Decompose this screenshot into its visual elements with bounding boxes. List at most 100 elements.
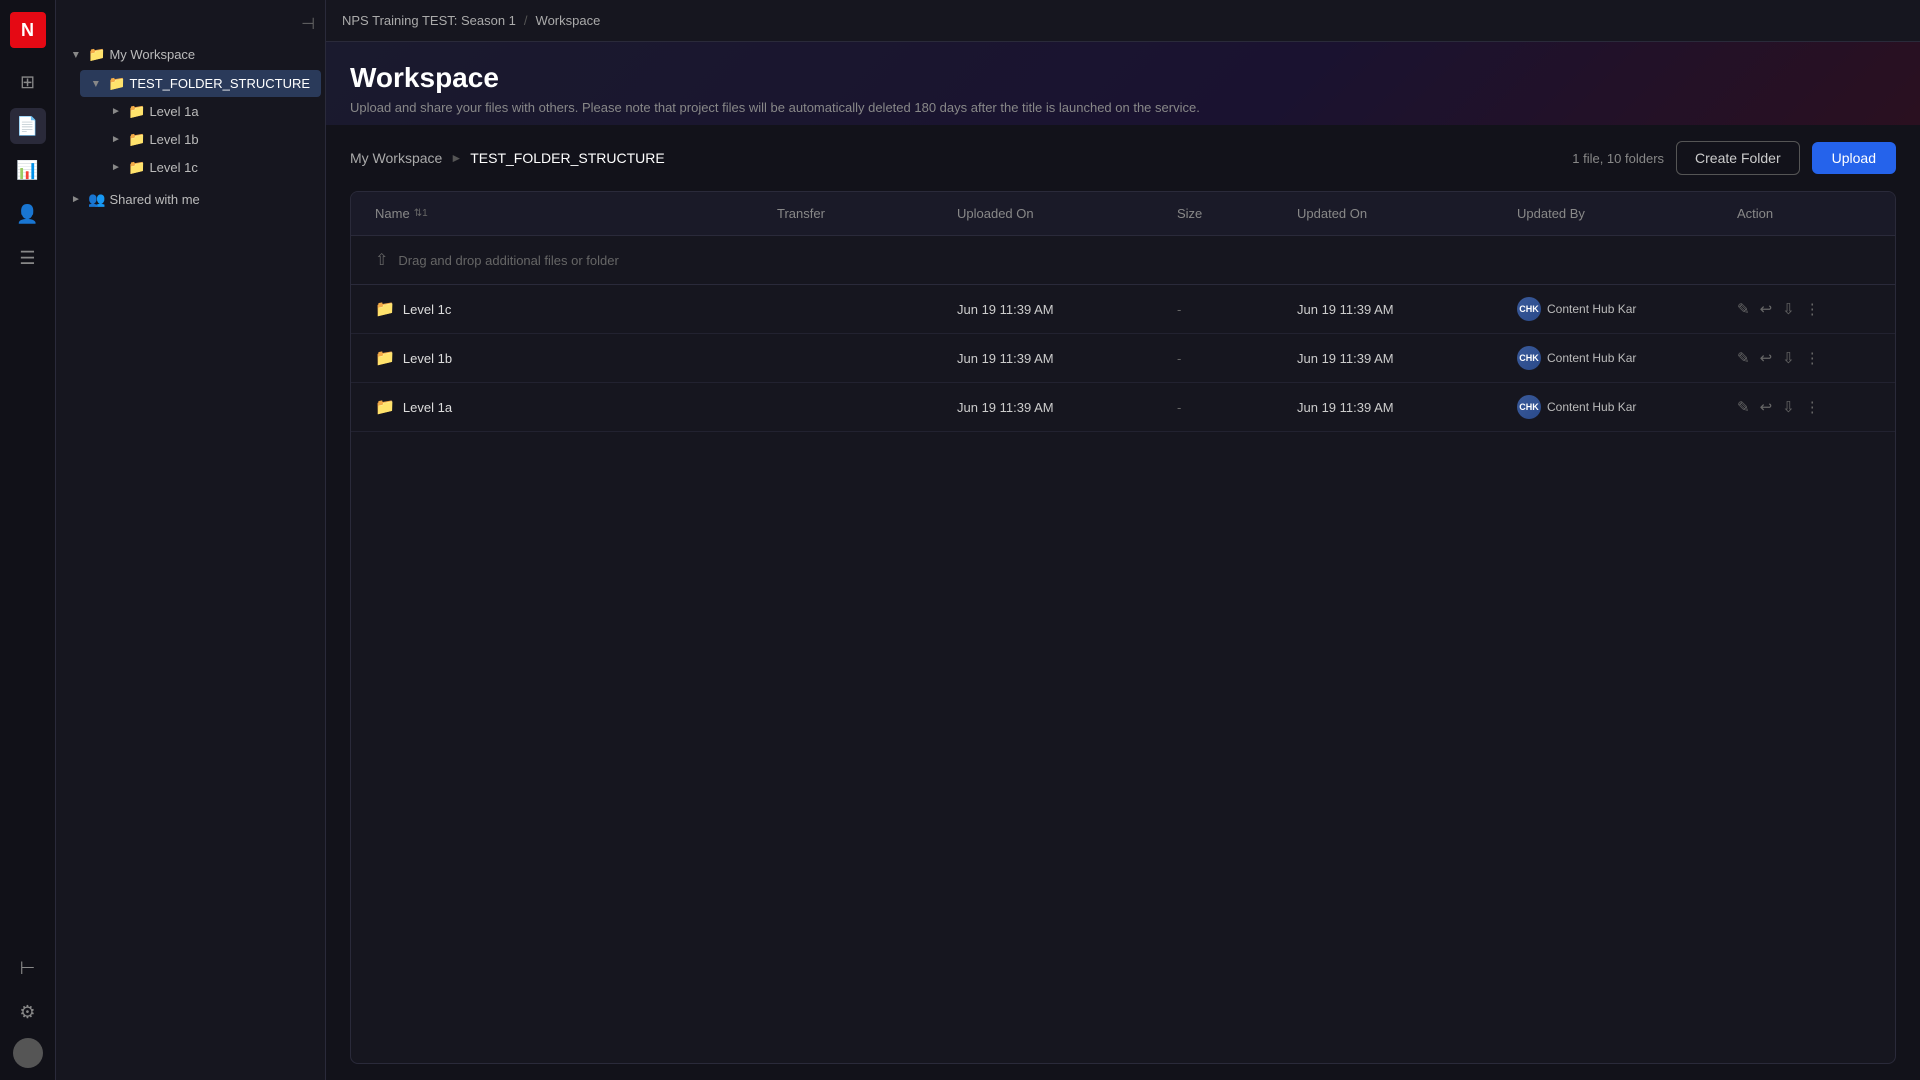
chevron-right-icon: ►: [88, 76, 104, 92]
sidebar: ⊣ ► 📁 My Workspace ► 📁 TEST_FOLDER_STRUC…: [56, 0, 326, 1080]
sidebar-item-level1a[interactable]: ► 📁 Level 1a: [100, 98, 321, 125]
drop-zone-label: Drag and drop additional files or folder: [398, 253, 618, 268]
cell-updated-on: Jun 19 11:39 AM: [1289, 290, 1509, 329]
chevron-right-icon: ►: [108, 104, 124, 120]
user-name-label: Content Hub Kar: [1547, 400, 1636, 414]
content-area: My Workspace ► TEST_FOLDER_STRUCTURE 1 f…: [326, 125, 1920, 1080]
sidebar-item-level1b[interactable]: ► 📁 Level 1b: [100, 126, 321, 153]
drop-zone[interactable]: ⇧ Drag and drop additional files or fold…: [351, 236, 1895, 285]
more-icon[interactable]: ⋮: [1805, 398, 1820, 416]
grid-icon[interactable]: ⊞: [10, 64, 46, 100]
column-header-name[interactable]: Name ⇅1: [367, 192, 769, 235]
table-header-row: Name ⇅1 Transfer Uploaded On Size Update…: [351, 192, 1895, 236]
column-header-updated-on: Updated On: [1289, 192, 1509, 235]
cell-updated-on: Jun 19 11:39 AM: [1289, 388, 1509, 427]
folder-icon: 📁: [88, 46, 105, 63]
action-icons: ✎ ↩ ⇩ ⋮: [1737, 300, 1820, 318]
cell-transfer: [769, 297, 949, 321]
sidebar-tree-level1-children: ► 📁 Level 1a ► 📁 Level 1b ► 📁 Level 1c: [76, 98, 325, 181]
user-avatar: CHK: [1517, 395, 1541, 419]
main-content: NPS Training TEST: Season 1 / Workspace …: [326, 0, 1920, 1080]
upload-icon: ⇧: [375, 250, 388, 270]
sort-icon: ⇅1: [414, 208, 428, 219]
sidebar-collapse-button[interactable]: ⊣: [56, 8, 325, 40]
folder-icon: 📁: [128, 103, 145, 120]
breadcrumb-arrow-icon: ►: [450, 151, 462, 165]
cell-updated-by: CHK Content Hub Kar: [1509, 285, 1729, 333]
page-header: Workspace Upload and share your files wi…: [326, 42, 1920, 125]
share-icon[interactable]: ↩: [1760, 349, 1773, 367]
download-icon[interactable]: ⇩: [1782, 398, 1795, 416]
cell-action: ✎ ↩ ⇩ ⋮: [1729, 288, 1879, 330]
file-table: Name ⇅1 Transfer Uploaded On Size Update…: [350, 191, 1896, 1064]
folder-icon: 📁: [375, 397, 395, 417]
download-icon[interactable]: ⇩: [1782, 349, 1795, 367]
more-icon[interactable]: ⋮: [1805, 349, 1820, 367]
sidebar-item-label: Level 1c: [149, 160, 313, 175]
cell-action: ✎ ↩ ⇩ ⋮: [1729, 386, 1879, 428]
share-icon[interactable]: ↩: [1760, 398, 1773, 416]
cell-size: -: [1169, 339, 1289, 378]
cell-size: -: [1169, 388, 1289, 427]
breadcrumb: My Workspace ► TEST_FOLDER_STRUCTURE: [350, 150, 665, 166]
app-logo[interactable]: N: [10, 12, 46, 48]
topbar-breadcrumb-project[interactable]: NPS Training TEST: Season 1: [342, 13, 516, 28]
folder-icon: 📁: [375, 348, 395, 368]
edit-icon[interactable]: ✎: [1737, 300, 1750, 318]
row-name-label[interactable]: Level 1b: [403, 351, 452, 366]
chevron-down-icon: ►: [68, 47, 84, 63]
table-row: 📁 Level 1a Jun 19 11:39 AM - Jun 19 11:3…: [351, 383, 1895, 432]
cell-updated-by: CHK Content Hub Kar: [1509, 383, 1729, 431]
user-badge: CHK Content Hub Kar: [1517, 297, 1636, 321]
cell-uploaded-on: Jun 19 11:39 AM: [949, 290, 1169, 329]
sidebar-tree-children: ► 📁 TEST_FOLDER_STRUCTURE ► 📁 Level 1a ►…: [56, 69, 325, 182]
topbar-breadcrumb-workspace[interactable]: Workspace: [536, 13, 601, 28]
user-badge: CHK Content Hub Kar: [1517, 395, 1636, 419]
sidebar-item-label: Shared with me: [109, 192, 313, 207]
column-header-action: Action: [1729, 192, 1879, 235]
row-name-label[interactable]: Level 1c: [403, 302, 451, 317]
sidebar-item-label: Level 1b: [149, 132, 313, 147]
breadcrumb-current: TEST_FOLDER_STRUCTURE: [470, 150, 664, 166]
user-avatar: CHK: [1517, 297, 1541, 321]
edit-icon[interactable]: ✎: [1737, 349, 1750, 367]
file-icon[interactable]: 📄: [10, 108, 46, 144]
avatar[interactable]: [13, 1038, 43, 1068]
sidebar-item-test-folder-structure[interactable]: ► 📁 TEST_FOLDER_STRUCTURE: [80, 70, 321, 97]
folder-icon: 📁: [375, 299, 395, 319]
user-avatar: CHK: [1517, 346, 1541, 370]
expand-icon[interactable]: ⊢: [10, 950, 46, 986]
share-icon[interactable]: ↩: [1760, 300, 1773, 318]
row-name-label[interactable]: Level 1a: [403, 400, 452, 415]
sidebar-item-label: Level 1a: [149, 104, 313, 119]
cell-uploaded-on: Jun 19 11:39 AM: [949, 388, 1169, 427]
column-header-updated-by: Updated By: [1509, 192, 1729, 235]
topbar-separator: /: [524, 13, 528, 28]
chevron-right-icon: ►: [108, 160, 124, 176]
page-subtitle: Upload and share your files with others.…: [350, 100, 1896, 115]
folder-icon: 📁: [108, 75, 125, 92]
sidebar-item-shared-with-me[interactable]: ► 👥 Shared with me: [60, 186, 321, 213]
cell-action: ✎ ↩ ⇩ ⋮: [1729, 337, 1879, 379]
sidebar-item-label: TEST_FOLDER_STRUCTURE: [129, 76, 313, 91]
chart-icon[interactable]: 📊: [10, 152, 46, 188]
edit-icon[interactable]: ✎: [1737, 398, 1750, 416]
breadcrumb-my-workspace[interactable]: My Workspace: [350, 150, 442, 166]
sidebar-item-level1c[interactable]: ► 📁 Level 1c: [100, 154, 321, 181]
icon-rail: N ⊞ 📄 📊 👤 ☰ ⊢ ⚙: [0, 0, 56, 1080]
table-row: 📁 Level 1b Jun 19 11:39 AM - Jun 19 11:3…: [351, 334, 1895, 383]
more-icon[interactable]: ⋮: [1805, 300, 1820, 318]
chevron-right-icon: ►: [68, 192, 84, 208]
action-icons: ✎ ↩ ⇩ ⋮: [1737, 349, 1820, 367]
list-icon[interactable]: ☰: [10, 240, 46, 276]
download-icon[interactable]: ⇩: [1782, 300, 1795, 318]
upload-button[interactable]: Upload: [1812, 142, 1896, 174]
cell-name: 📁 Level 1b: [367, 336, 769, 380]
person-icon[interactable]: 👤: [10, 196, 46, 232]
create-folder-button[interactable]: Create Folder: [1676, 141, 1800, 175]
cell-updated-on: Jun 19 11:39 AM: [1289, 339, 1509, 378]
column-header-uploaded-on: Uploaded On: [949, 192, 1169, 235]
sidebar-item-my-workspace[interactable]: ► 📁 My Workspace: [60, 41, 321, 68]
cell-name: 📁 Level 1a: [367, 385, 769, 429]
settings-icon[interactable]: ⚙: [10, 994, 46, 1030]
